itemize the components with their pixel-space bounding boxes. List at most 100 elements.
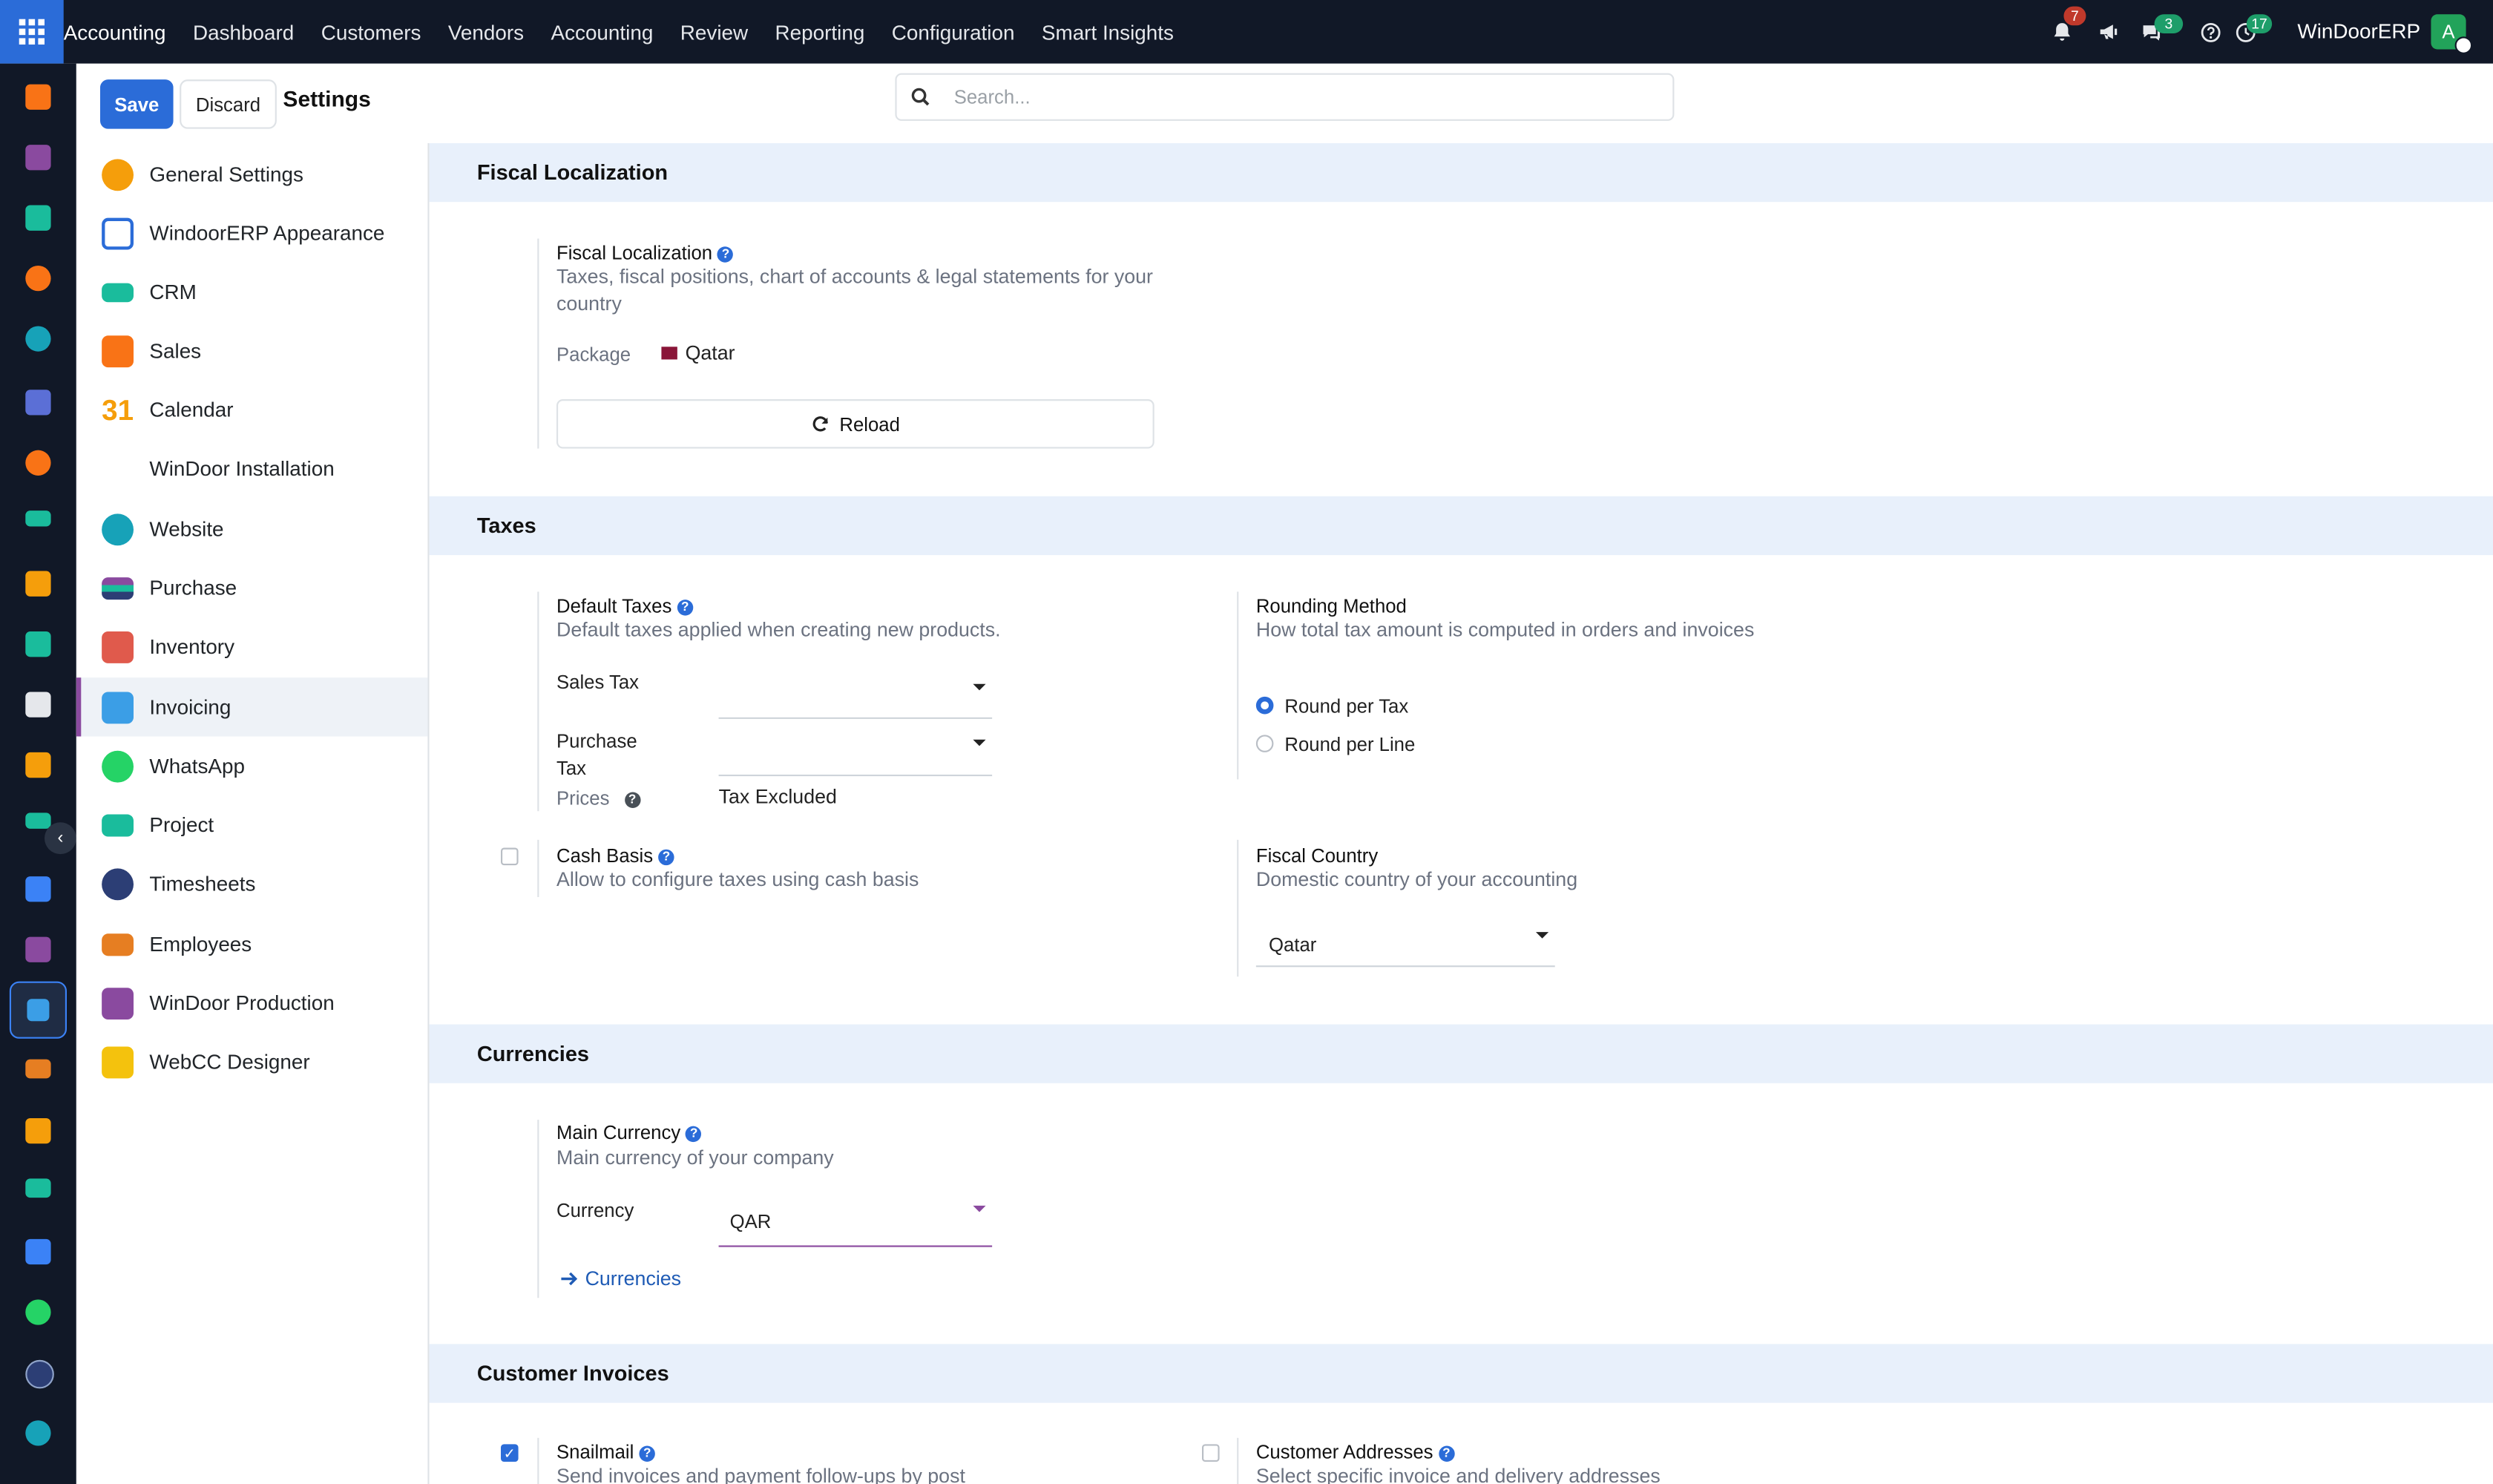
menu-customers[interactable]: Customers — [321, 20, 421, 44]
menu-reporting[interactable]: Reporting — [775, 20, 865, 44]
announcements-button[interactable] — [2097, 0, 2119, 64]
rail-project-icon[interactable] — [25, 812, 51, 829]
rail-knowledge-icon[interactable] — [25, 876, 51, 902]
help-tooltip-icon[interactable]: ? — [1438, 1445, 1455, 1462]
search-input[interactable] — [950, 84, 1657, 110]
sidebar-item-timesheets[interactable]: Timesheets — [76, 854, 428, 913]
round-per-line-label: Round per Line — [1284, 733, 1416, 756]
help-tooltip-icon[interactable]: ? — [624, 792, 640, 808]
sidebar-item-project[interactable]: Project — [76, 795, 428, 854]
customer-addresses-checkbox[interactable] — [1202, 1444, 1220, 1462]
rail-invoicing-icon[interactable] — [9, 981, 68, 1039]
round-per-tax-radio[interactable] — [1255, 696, 1274, 715]
rail-production-icon[interactable] — [25, 145, 51, 171]
discard-button[interactable]: Discard — [180, 79, 277, 129]
help-button[interactable] — [2201, 0, 2221, 64]
rail-inventory-icon[interactable] — [25, 692, 51, 718]
rail-repairs-icon[interactable] — [25, 936, 51, 962]
sidebar-item-sales[interactable]: Sales — [76, 321, 428, 380]
rail-employees-icon[interactable] — [25, 1059, 51, 1079]
prices-label: Prices ? — [556, 787, 640, 810]
presence-status-icon — [2454, 36, 2473, 54]
sidebar-item-whatsapp[interactable]: WhatsApp — [76, 736, 428, 795]
sidebar-item-employees[interactable]: Employees — [76, 915, 428, 974]
sidebar-item-appearance[interactable]: WindoorERP Appearance — [76, 203, 428, 262]
app-icon-rail: ‹ — [0, 63, 76, 1484]
purchase-tax-select[interactable] — [718, 729, 993, 777]
sidebar-item-windoor-installation[interactable]: WinDoor Installation — [76, 439, 428, 498]
rail-sign-icon[interactable] — [25, 1178, 51, 1198]
menu-smart-insights[interactable]: Smart Insights — [1042, 20, 1174, 44]
reload-button[interactable]: Reload — [556, 399, 1154, 449]
menu-app-name[interactable]: Accounting — [64, 20, 166, 44]
sidebar-item-purchase[interactable]: Purchase — [76, 558, 428, 617]
page-title: Settings — [283, 85, 371, 112]
help-tooltip-icon[interactable]: ? — [658, 849, 674, 866]
activities-badge: 17 — [2246, 14, 2273, 34]
fiscal-country-select[interactable]: Qatar — [1255, 919, 1555, 968]
user-avatar[interactable]: A — [2431, 14, 2473, 54]
sidebar-item-inventory[interactable]: Inventory — [76, 617, 428, 676]
sidebar-item-invoicing[interactable]: Invoicing — [76, 677, 428, 737]
rail-livechat-icon[interactable] — [25, 450, 51, 476]
rail-contacts-icon[interactable] — [25, 205, 51, 231]
section-header-currencies: Currencies — [429, 1024, 2493, 1083]
caret-down-icon — [1536, 932, 1549, 939]
rail-dashboards-icon[interactable] — [25, 1238, 51, 1265]
general-settings-icon — [102, 158, 134, 191]
menu-dashboard[interactable]: Dashboard — [193, 20, 294, 44]
rail-website-icon[interactable] — [25, 326, 51, 352]
rail-sales2-icon[interactable] — [25, 571, 51, 597]
search-icon — [911, 88, 930, 106]
sidebar-item-website[interactable]: Website — [76, 499, 428, 558]
rail-website2-icon[interactable] — [25, 1420, 51, 1446]
control-panel: Save Discard Settings — [76, 63, 2493, 143]
snailmail-checkbox[interactable]: ✓ — [501, 1444, 519, 1462]
round-per-line-radio[interactable] — [1255, 735, 1274, 752]
setting-divider — [1237, 591, 1239, 780]
caret-down-icon — [973, 683, 986, 691]
sidebar-item-general-settings[interactable]: General Settings — [76, 145, 428, 203]
setting-divider — [1237, 1437, 1239, 1484]
whatsapp-icon — [102, 749, 134, 782]
rail-calendar-icon[interactable] — [25, 1117, 51, 1144]
apps-menu-button[interactable] — [0, 0, 64, 64]
setting-divider — [537, 839, 539, 898]
company-switcher[interactable]: WinDoorERP — [2297, 19, 2420, 43]
rail-timesheets-icon[interactable] — [25, 1359, 54, 1389]
setting-description: Main currency of your company — [556, 1146, 834, 1169]
rail-collapse-button[interactable]: ‹ — [45, 822, 76, 855]
help-tooltip-icon[interactable]: ? — [639, 1445, 655, 1462]
menu-review[interactable]: Review — [680, 20, 748, 44]
employees-icon — [102, 933, 134, 956]
rail-production2-icon[interactable] — [25, 752, 51, 778]
rail-discuss-icon[interactable] — [25, 265, 51, 292]
menu-accounting[interactable]: Accounting — [551, 20, 654, 44]
help-tooltip-icon[interactable]: ? — [677, 600, 693, 616]
help-tooltip-icon[interactable]: ? — [717, 246, 734, 263]
rail-contacts2-icon[interactable] — [25, 631, 51, 657]
megaphone-icon — [2100, 24, 2118, 39]
sidebar-item-windoor-production[interactable]: WinDoor Production — [76, 974, 428, 1032]
save-button[interactable]: Save — [100, 79, 174, 129]
rail-email-marketing-icon[interactable] — [25, 390, 51, 416]
setting-cash-basis: Cash Basis ? — [556, 844, 674, 867]
rail-crm-icon[interactable] — [25, 510, 51, 527]
cash-basis-checkbox[interactable] — [501, 847, 519, 866]
sidebar-item-calendar[interactable]: 31 Calendar — [76, 380, 428, 439]
sidebar-item-webcc-designer[interactable]: WebCC Designer — [76, 1032, 428, 1091]
sidebar-item-crm[interactable]: CRM — [76, 263, 428, 321]
crm-icon — [102, 282, 134, 302]
section-header-fiscal-localization: Fiscal Localization — [429, 142, 2493, 203]
avatar-letter: A — [2442, 20, 2455, 43]
rail-sales-icon[interactable] — [25, 84, 51, 110]
currency-select[interactable]: QAR — [718, 1199, 993, 1247]
rail-whatsapp-icon[interactable] — [25, 1299, 51, 1325]
menu-vendors[interactable]: Vendors — [448, 20, 524, 44]
help-tooltip-icon[interactable]: ? — [686, 1126, 702, 1143]
sales-tax-select[interactable] — [718, 672, 993, 719]
menu-configuration[interactable]: Configuration — [892, 20, 1015, 44]
section-header-customer-invoices: Customer Invoices — [429, 1344, 2493, 1403]
setting-fiscal-country: Fiscal Country — [1255, 844, 1379, 867]
currencies-link[interactable]: Currencies — [559, 1267, 681, 1290]
